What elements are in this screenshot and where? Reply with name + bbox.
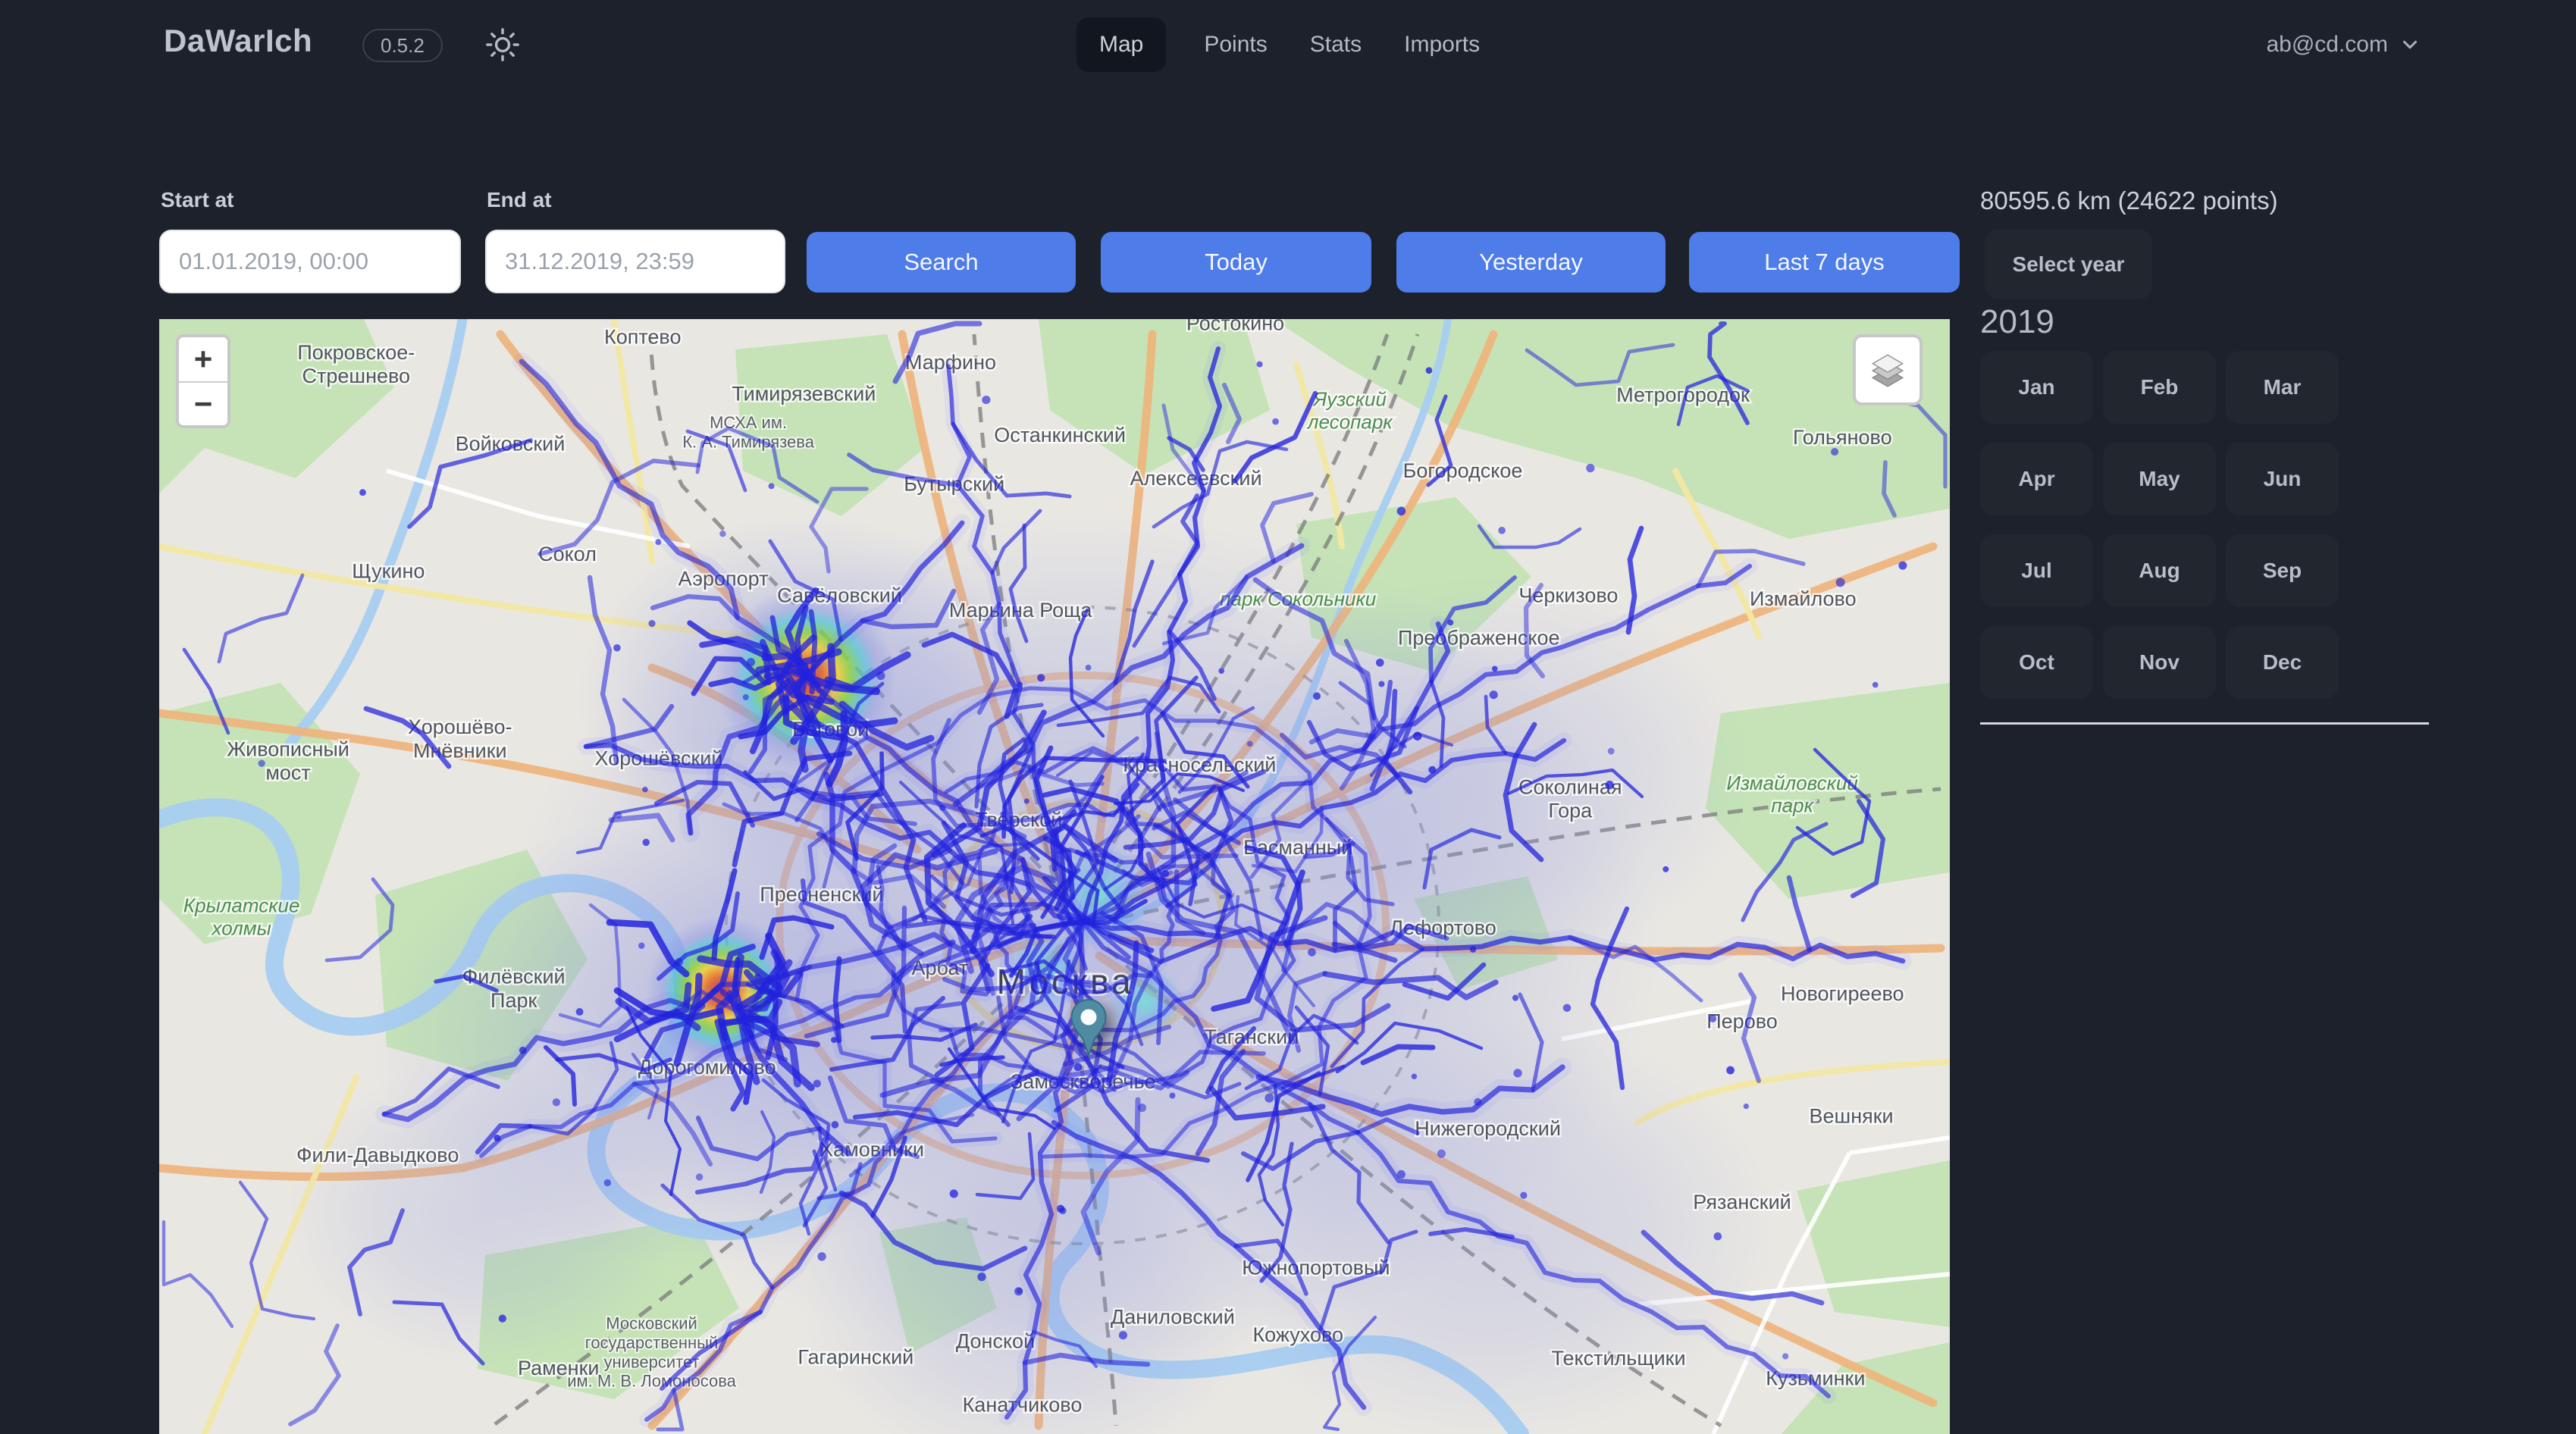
map-label: Яузскийлесопарк [1306,388,1394,434]
month-button-jan[interactable]: Jan [1980,351,2093,424]
today-button[interactable]: Today [1101,232,1371,293]
map-label: Фили-Давыдково [296,1144,459,1166]
main-nav-tabs: Map Points Stats Imports [1076,17,1484,73]
map-label: Измайлово [1750,587,1857,610]
sidebar-divider [1980,722,2429,725]
tab-stats[interactable]: Stats [1305,32,1366,58]
zoom-out-button[interactable]: − [179,381,227,425]
end-at-label: End at [487,188,552,212]
app-logo[interactable]: DaWarIch [164,23,312,59]
map-label: Войковский [456,433,566,456]
map-label: Ростокино [1186,319,1284,335]
map-label: Гольяново [1793,426,1892,449]
last-7-days-button[interactable]: Last 7 days [1689,232,1960,293]
map-label: Тимирязевский [732,382,876,405]
month-button-apr[interactable]: Apr [1980,443,2093,515]
account-menu[interactable]: ab@cd.com [2266,21,2421,68]
end-at-input[interactable] [485,230,785,293]
distance-stats: 80595.6 km (24622 points) [1980,186,2278,215]
theme-toggle-button[interactable] [481,23,525,67]
map-label: Богородское [1403,459,1523,482]
map-label: Рязанский [1693,1191,1791,1213]
map-label: Перово [1706,1010,1778,1033]
sun-icon [485,27,520,62]
map-label: Гагаринский [798,1345,914,1368]
zoom-in-button[interactable]: + [179,337,227,381]
month-button-nov[interactable]: Nov [2103,626,2216,699]
layers-icon [1866,349,1909,391]
map-label: Вешняки [1810,1105,1894,1128]
month-button-jun[interactable]: Jun [2226,443,2339,515]
tab-points[interactable]: Points [1199,32,1271,58]
map-label: Коптево [604,325,682,348]
tab-imports[interactable]: Imports [1399,32,1484,58]
month-button-sep[interactable]: Sep [2226,534,2339,607]
chevron-down-icon [2399,33,2421,56]
location-marker-icon[interactable] [1069,997,1108,1058]
select-year-button[interactable]: Select year [1985,229,2152,299]
start-at-input[interactable] [159,230,461,293]
month-button-may[interactable]: May [2103,443,2216,515]
year-heading: 2019 [1980,303,2054,341]
map-layers-control[interactable] [1853,334,1923,405]
map-label: Новогиреево [1781,982,1904,1005]
map-zoom-control: + − [176,334,230,428]
map-label: Щукино [352,559,425,582]
version-badge: 0.5.2 [362,29,443,62]
search-button[interactable]: Search [807,232,1076,293]
map-label: Даниловский [1111,1305,1235,1328]
start-at-label: Start at [161,188,233,212]
map-label: Останкинский [994,424,1126,446]
month-button-dec[interactable]: Dec [2226,626,2339,699]
yesterday-button[interactable]: Yesterday [1396,232,1666,293]
map-canvas: Коптево Покровское-Стрешнево Тимирязевский… [159,319,1950,1434]
month-button-oct[interactable]: Oct [1980,626,2093,699]
dawarich-app: { "app": { "name": "DaWarIch", "version"… [0,0,2576,1434]
month-button-mar[interactable]: Mar [2226,351,2339,424]
month-button-jul[interactable]: Jul [1980,534,2093,607]
month-button-feb[interactable]: Feb [2103,351,2216,424]
month-button-aug[interactable]: Aug [2103,534,2216,607]
map-label: Преображенское [1398,627,1560,650]
map-label: Покровское-Стрешнево [297,341,415,387]
month-grid: JanFebMar AprMayJun JulAugSep OctNovDec [1980,351,2339,699]
tab-map[interactable]: Map [1076,17,1166,72]
map[interactable]: Коптево Покровское-Стрешнево Тимирязевский… [159,319,1950,1434]
account-email: ab@cd.com [2266,32,2388,58]
map-label: Марьина Роща [949,599,1092,622]
map-label: Текстильщики [1551,1347,1685,1370]
